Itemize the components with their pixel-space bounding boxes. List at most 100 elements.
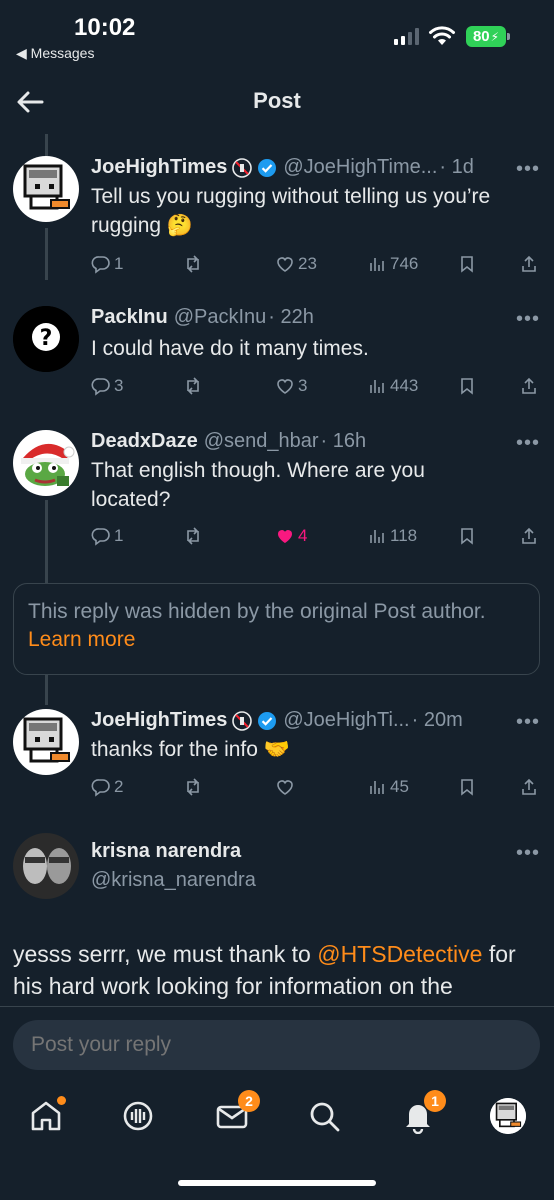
view-count: 45 xyxy=(390,777,409,796)
reply-button[interactable]: 3 xyxy=(91,376,123,396)
views-button[interactable]: 746 xyxy=(367,254,418,274)
tweet-actions: 1 23 746 xyxy=(91,254,541,278)
tab-profile[interactable] xyxy=(490,1098,526,1134)
repost-button[interactable] xyxy=(183,254,203,274)
heart-icon xyxy=(277,780,293,795)
share-icon xyxy=(522,377,536,394)
reply-input[interactable] xyxy=(13,1020,540,1070)
repost-icon xyxy=(187,377,199,395)
share-icon xyxy=(522,527,536,544)
like-count: 3 xyxy=(298,376,308,395)
avatar[interactable] xyxy=(13,709,79,775)
views-button[interactable]: 443 xyxy=(367,376,418,396)
status-bar: 10:02 ◀ Messages 80 ⚡ xyxy=(0,0,554,72)
tab-home[interactable] xyxy=(28,1096,66,1134)
like-count: 23 xyxy=(298,254,317,273)
avatar[interactable] xyxy=(13,156,79,222)
charging-bolt-icon: ⚡ xyxy=(490,29,500,44)
spaces-icon xyxy=(123,1101,153,1131)
share-button[interactable] xyxy=(519,777,539,797)
tweet-actions: 1 4 118 xyxy=(91,526,541,550)
more-options-icon[interactable]: ••• xyxy=(516,711,540,734)
display-name[interactable]: krisna narendra xyxy=(91,840,241,863)
search-icon xyxy=(310,1102,340,1132)
reply-button[interactable]: 2 xyxy=(91,777,123,797)
tab-spaces[interactable] xyxy=(120,1098,156,1134)
views-icon xyxy=(370,380,384,393)
repost-button[interactable] xyxy=(183,376,203,396)
timestamp: · 16h xyxy=(320,430,367,452)
reply-icon xyxy=(91,528,110,546)
heart-icon xyxy=(277,257,293,272)
learn-more-link[interactable]: Learn more xyxy=(28,626,525,654)
tweet-header: JoeHighTimes @JoeHighTi... · 20m xyxy=(91,709,508,732)
like-button[interactable]: 23 xyxy=(275,254,317,274)
bookmark-button[interactable] xyxy=(457,526,477,546)
display-name[interactable]: DeadxDaze xyxy=(91,430,198,453)
views-icon xyxy=(370,781,384,794)
share-button[interactable] xyxy=(519,254,539,274)
reply-button[interactable]: 1 xyxy=(91,254,123,274)
like-count: 4 xyxy=(298,526,308,545)
avatar[interactable] xyxy=(13,833,79,899)
hidden-reply-text: This reply was hidden by the original Po… xyxy=(28,600,486,623)
bookmark-icon xyxy=(461,378,473,395)
bookmark-button[interactable] xyxy=(457,254,477,274)
bookmark-button[interactable] xyxy=(457,777,477,797)
views-button[interactable]: 45 xyxy=(367,777,409,797)
more-options-icon[interactable]: ••• xyxy=(516,842,540,865)
share-button[interactable] xyxy=(519,526,539,546)
back-to-app-link[interactable]: ◀ Messages xyxy=(16,45,94,62)
pixel-character-avatar-icon xyxy=(13,709,79,775)
svg-text:?: ? xyxy=(40,326,53,351)
thread-line xyxy=(45,228,48,280)
more-options-icon[interactable]: ••• xyxy=(516,432,540,455)
timestamp: · 20m xyxy=(411,709,463,731)
reply-icon xyxy=(91,779,110,797)
views-button[interactable]: 118 xyxy=(367,526,417,546)
thread-line xyxy=(45,500,48,583)
handle: @JoeHighTi... xyxy=(283,709,410,731)
bookmark-button[interactable] xyxy=(457,376,477,396)
question-mark-icon: ? xyxy=(13,306,79,372)
heart-filled-icon xyxy=(277,530,293,543)
share-icon xyxy=(522,778,536,795)
pixel-character-avatar-icon xyxy=(13,156,79,222)
repost-button[interactable] xyxy=(183,777,203,797)
reply-button[interactable]: 1 xyxy=(91,526,123,546)
reply-count: 1 xyxy=(114,254,124,273)
thread-line xyxy=(45,675,48,705)
tab-search[interactable] xyxy=(306,1098,342,1134)
view-count: 118 xyxy=(390,526,418,545)
display-name[interactable]: PackInu xyxy=(91,306,168,329)
display-name[interactable]: JoeHighTimes xyxy=(91,709,227,732)
timestamp: · 22h xyxy=(268,306,314,328)
handle: @JoeHighTime... xyxy=(283,156,438,178)
more-options-icon[interactable]: ••• xyxy=(516,158,540,181)
like-button[interactable]: 3 xyxy=(275,376,307,396)
tweet-header: PackInu @PackInu · 22h xyxy=(91,306,508,329)
tweet-actions: 3 3 443 xyxy=(91,376,541,400)
reply-count: 3 xyxy=(114,376,124,395)
avatar[interactable] xyxy=(13,430,79,496)
share-button[interactable] xyxy=(519,376,539,396)
clock: 10:02 xyxy=(74,14,136,41)
home-indicator[interactable] xyxy=(178,1180,376,1186)
more-options-icon[interactable]: ••• xyxy=(516,308,540,331)
handle: @PackInu xyxy=(173,306,267,328)
view-count: 443 xyxy=(390,376,419,395)
display-name[interactable]: JoeHighTimes xyxy=(91,156,227,179)
like-button[interactable] xyxy=(275,777,298,797)
avatar[interactable]: ? xyxy=(13,306,79,372)
tab-notifications[interactable]: 1 xyxy=(400,1090,446,1135)
like-button[interactable]: 4 xyxy=(275,526,307,546)
tab-messages[interactable]: 2 xyxy=(214,1090,260,1134)
views-icon xyxy=(370,530,384,543)
frog-santa-avatar-icon xyxy=(13,430,79,496)
heart-icon xyxy=(277,379,293,394)
reply-icon xyxy=(91,378,110,396)
repost-button[interactable] xyxy=(183,526,203,546)
mention-link[interactable]: @HTSDetective xyxy=(317,941,482,967)
repost-icon xyxy=(187,255,199,273)
divider xyxy=(0,1006,554,1007)
